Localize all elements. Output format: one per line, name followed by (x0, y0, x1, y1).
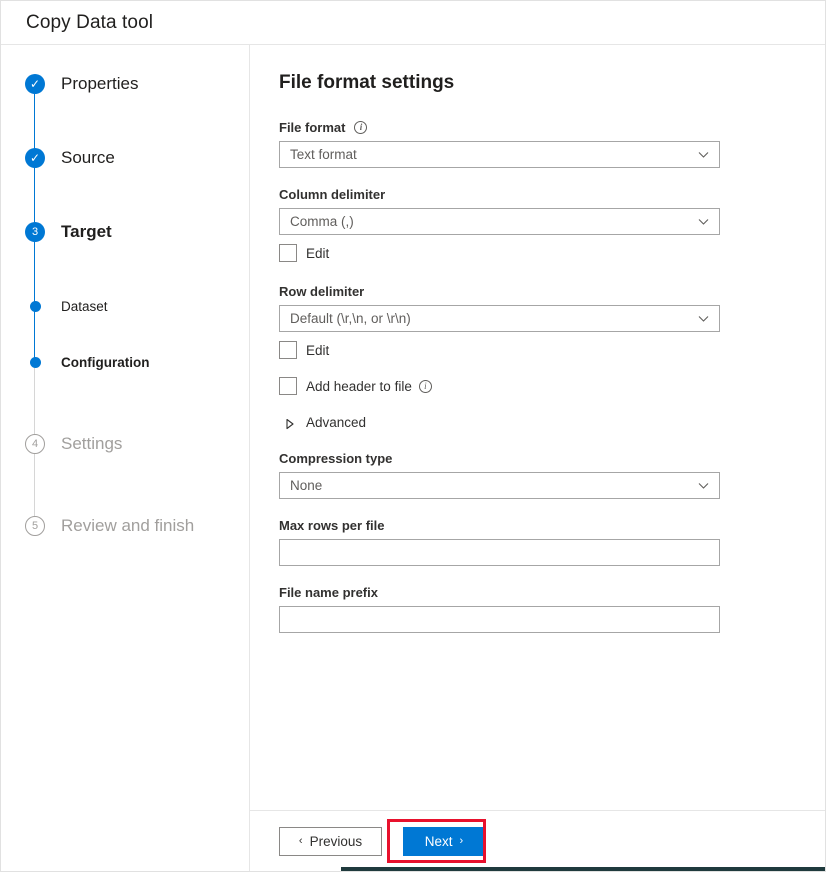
label-column-delimiter: Column delimiter (279, 187, 825, 202)
step-connector-5 (34, 361, 35, 443)
previous-button[interactable]: ‹ Previous (279, 827, 382, 856)
label-file-name-prefix: File name prefix (279, 585, 825, 600)
sidebar-step-label-target: Target (61, 222, 112, 242)
label-file-format: File format i (279, 120, 825, 135)
window-title: Copy Data tool (26, 12, 153, 34)
dot-icon (30, 301, 41, 312)
column-delimiter-edit-checkbox-row[interactable]: Edit (279, 244, 825, 262)
add-header-label-text: Add header to file (306, 379, 412, 394)
field-row-delimiter: Row delimiter Default (\r,\n, or \r\n) E… (279, 284, 825, 359)
label-text: Max rows per file (279, 518, 384, 533)
advanced-expander[interactable]: Advanced (279, 415, 825, 430)
step-marker-dataset (25, 296, 45, 316)
file-format-dropdown[interactable]: Text format (279, 141, 720, 168)
add-header-label: Add header to file i (306, 379, 432, 394)
next-button-label: Next (425, 834, 453, 849)
dot-icon (30, 357, 41, 368)
step-marker-configuration (25, 352, 45, 372)
compression-type-dropdown[interactable]: None (279, 472, 720, 499)
column-delimiter-value: Comma (,) (290, 214, 698, 229)
main-content: File format settings File format i Text … (250, 45, 825, 871)
column-delimiter-dropdown[interactable]: Comma (,) (279, 208, 720, 235)
step-marker-source: ✓ (25, 148, 45, 168)
wizard-sidebar: ✓ Properties ✓ Source 3 Target (1, 45, 250, 871)
check-icon: ✓ (25, 148, 45, 168)
step-number-badge: 4 (25, 434, 45, 454)
page-title: File format settings (279, 72, 825, 94)
label-text: Column delimiter (279, 187, 385, 202)
sidebar-step-label-review-and-finish: Review and finish (61, 516, 194, 536)
field-file-name-prefix: File name prefix (279, 585, 825, 633)
sidebar-step-label-settings: Settings (61, 434, 122, 454)
field-max-rows-per-file: Max rows per file (279, 518, 825, 566)
bottom-edge-strip (341, 867, 825, 871)
label-text: Row delimiter (279, 284, 364, 299)
checkbox-icon[interactable] (279, 341, 297, 359)
sidebar-step-properties[interactable]: ✓ Properties (1, 69, 249, 99)
label-text: File name prefix (279, 585, 378, 600)
sidebar-step-configuration[interactable]: Configuration (1, 347, 249, 377)
step-marker-settings: 4 (25, 434, 45, 454)
step-connector-1 (34, 83, 35, 157)
chevron-down-icon (698, 480, 709, 491)
checkbox-icon[interactable] (279, 244, 297, 262)
step-marker-properties: ✓ (25, 74, 45, 94)
info-icon[interactable]: i (419, 380, 432, 393)
file-format-settings-panel: File format settings File format i Text … (250, 45, 825, 810)
field-file-format: File format i Text format (279, 120, 825, 168)
label-text: File format (279, 120, 345, 135)
wizard-footer: ‹ Previous Next › (250, 810, 825, 871)
chevron-down-icon (698, 149, 709, 160)
advanced-label: Advanced (306, 415, 366, 430)
previous-button-label: Previous (310, 834, 363, 849)
wizard-step-list: ✓ Properties ✓ Source 3 Target (1, 45, 249, 541)
chevron-left-icon: ‹ (299, 835, 303, 847)
window-body: ✓ Properties ✓ Source 3 Target (1, 45, 825, 871)
file-format-value: Text format (290, 147, 698, 162)
sidebar-step-review-and-finish[interactable]: 5 Review and finish (1, 511, 249, 541)
sidebar-step-label-properties: Properties (61, 74, 138, 94)
field-column-delimiter: Column delimiter Comma (,) Edit (279, 187, 825, 262)
chevron-down-icon (698, 216, 709, 227)
window-titlebar: Copy Data tool (1, 1, 825, 45)
step-number-badge: 3 (25, 222, 45, 242)
chevron-right-icon: › (460, 835, 464, 847)
max-rows-per-file-input[interactable] (279, 539, 720, 566)
column-delimiter-edit-label: Edit (306, 246, 329, 261)
info-icon[interactable]: i (354, 121, 367, 134)
chevron-right-icon (285, 417, 295, 429)
copy-data-tool-window: Copy Data tool ✓ Properties (0, 0, 826, 872)
sidebar-step-label-dataset: Dataset (61, 299, 108, 314)
step-connector-2 (34, 157, 35, 231)
sidebar-step-label-configuration: Configuration (61, 355, 149, 370)
row-delimiter-edit-label: Edit (306, 343, 329, 358)
label-text: Compression type (279, 451, 392, 466)
step-number-badge: 5 (25, 516, 45, 536)
file-name-prefix-input[interactable] (279, 606, 720, 633)
label-max-rows-per-file: Max rows per file (279, 518, 825, 533)
step-connector-6 (34, 443, 35, 525)
sidebar-step-source[interactable]: ✓ Source (1, 143, 249, 173)
field-compression-type: Compression type None (279, 451, 825, 499)
row-delimiter-value: Default (\r,\n, or \r\n) (290, 311, 698, 326)
label-compression-type: Compression type (279, 451, 825, 466)
sidebar-step-label-source: Source (61, 148, 115, 168)
next-button[interactable]: Next › (403, 827, 485, 856)
step-marker-target: 3 (25, 222, 45, 242)
add-header-checkbox-row[interactable]: Add header to file i (279, 377, 825, 395)
check-icon: ✓ (25, 74, 45, 94)
row-delimiter-dropdown[interactable]: Default (\r,\n, or \r\n) (279, 305, 720, 332)
sidebar-step-settings[interactable]: 4 Settings (1, 429, 249, 459)
compression-type-value: None (290, 478, 698, 493)
step-connector-3 (34, 231, 35, 305)
chevron-down-icon (698, 313, 709, 324)
label-row-delimiter: Row delimiter (279, 284, 825, 299)
step-marker-review: 5 (25, 516, 45, 536)
sidebar-step-dataset[interactable]: Dataset (1, 291, 249, 321)
sidebar-step-target[interactable]: 3 Target (1, 217, 249, 247)
row-delimiter-edit-checkbox-row[interactable]: Edit (279, 341, 825, 359)
checkbox-icon[interactable] (279, 377, 297, 395)
